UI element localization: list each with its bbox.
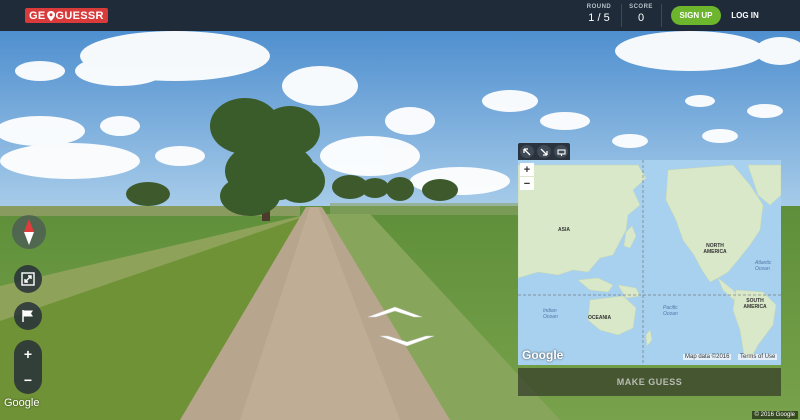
map-zoom-in-button[interactable]: + bbox=[520, 163, 534, 176]
arrow-up-left-icon bbox=[523, 147, 531, 155]
header-divider bbox=[621, 4, 622, 27]
map-expand-button[interactable] bbox=[519, 145, 534, 158]
move-back-arrow[interactable] bbox=[380, 334, 434, 348]
signup-button[interactable]: SIGN UP bbox=[671, 6, 721, 25]
map-data-attribution: Map data ©2016 bbox=[683, 354, 732, 360]
map-pin-icon bbox=[46, 10, 55, 21]
map-shrink-button[interactable] bbox=[536, 145, 551, 158]
google-logo: Google bbox=[4, 397, 40, 409]
map-terms-link[interactable]: Terms of Use bbox=[738, 354, 778, 360]
map-label-oceania: OCEANIA bbox=[588, 315, 612, 321]
flag-icon bbox=[22, 310, 33, 322]
fullscreen-button[interactable] bbox=[14, 265, 42, 293]
round-label: ROUND bbox=[586, 4, 612, 10]
round-value: 1 / 5 bbox=[588, 12, 610, 24]
top-bar: GE GUESSR ROUND 1 / 5 SCORE 0 SIGN UP LO… bbox=[0, 0, 800, 31]
login-button[interactable]: LOG IN bbox=[725, 6, 765, 25]
score-stat: SCORE 0 bbox=[627, 4, 655, 24]
arrow-down-right-icon bbox=[540, 148, 548, 156]
score-label: SCORE bbox=[629, 4, 653, 10]
zoom-in-button[interactable]: + bbox=[14, 341, 42, 367]
map-google-logo: Google bbox=[522, 348, 564, 362]
score-value: 0 bbox=[637, 12, 645, 24]
map-label-pacific: Pacific Ocean bbox=[663, 305, 678, 317]
move-forward-arrow[interactable] bbox=[368, 305, 422, 319]
fullscreen-icon bbox=[21, 272, 35, 286]
make-guess-button[interactable]: MAKE GUESS bbox=[518, 368, 781, 396]
map-zoom-out-button[interactable]: − bbox=[520, 177, 534, 190]
logo-text-right: GUESSR bbox=[55, 9, 104, 22]
return-to-start-button[interactable] bbox=[14, 302, 42, 330]
zoom-out-button[interactable]: − bbox=[14, 367, 42, 393]
logo-text-left: GE bbox=[29, 9, 46, 22]
map-label-south-america: SOUTH AMERICA bbox=[743, 298, 767, 310]
map-size-toolbar bbox=[518, 143, 570, 160]
panorama-zoom-control: + − bbox=[14, 340, 42, 394]
map-label-indian: Indian Ocean bbox=[543, 308, 558, 320]
compass-icon bbox=[24, 219, 34, 245]
pin-icon bbox=[557, 148, 566, 156]
header-divider bbox=[661, 4, 662, 27]
map-label-asia: ASIA bbox=[558, 227, 570, 233]
round-stat: ROUND 1 / 5 bbox=[585, 4, 613, 24]
map-label-north-america: NORTH AMERICA bbox=[703, 243, 727, 255]
compass-button[interactable] bbox=[12, 215, 46, 249]
copyright-text: © 2016 Google bbox=[751, 411, 798, 419]
map-label-atlantic: Atlantic Ocean bbox=[755, 260, 772, 272]
guess-map[interactable] bbox=[518, 160, 781, 365]
map-pin-toggle-button[interactable] bbox=[554, 145, 569, 158]
geoguessr-logo[interactable]: GE GUESSR bbox=[25, 8, 108, 23]
